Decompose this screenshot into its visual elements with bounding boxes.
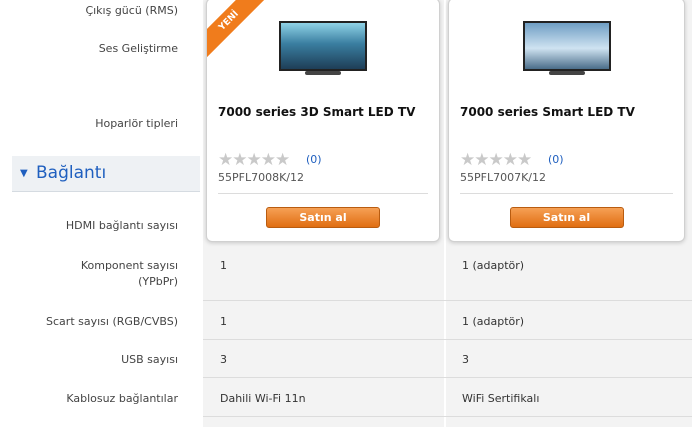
- row-label-component: Komponent sayısı (YPbPr): [80, 259, 178, 288]
- review-count-link[interactable]: (0): [306, 153, 322, 166]
- value-scart-p2: 1 (adaptör): [462, 315, 525, 328]
- row-label-wireless: Kablosuz bağlantılar: [66, 392, 178, 405]
- buy-button[interactable]: Satın al: [509, 207, 624, 228]
- row-label-usb: USB sayısı: [121, 353, 178, 366]
- product-image[interactable]: [279, 21, 367, 71]
- row-label-scart: Scart sayısı (RGB/CVBS): [46, 315, 178, 328]
- card-divider: [460, 193, 673, 194]
- spec-label-speaker-types: Hoparlör tipleri: [95, 117, 178, 130]
- product-code: 55PFL7007K/12: [460, 171, 546, 184]
- product-card-1: YENİ 7000 series 3D Smart LED TV ★★★★★ (…: [206, 0, 440, 242]
- section-title: Bağlantı: [36, 163, 107, 183]
- row-divider: [203, 377, 692, 378]
- value-scart-p1: 1: [220, 315, 227, 328]
- new-badge: YENİ: [207, 0, 273, 65]
- tv-stand: [548, 71, 585, 75]
- row-label-hdmi: HDMI bağlantı sayısı: [65, 219, 178, 232]
- section-header-connectivity[interactable]: ▼ Bağlantı: [12, 156, 200, 192]
- product-name[interactable]: 7000 series Smart LED TV: [460, 105, 635, 119]
- tv-stand: [305, 71, 341, 75]
- value-usb-p1: 3: [220, 353, 227, 366]
- star-rating-icon[interactable]: ★★★★★: [218, 150, 290, 170]
- product-image[interactable]: [522, 21, 611, 71]
- buy-button[interactable]: Satın al: [266, 207, 380, 228]
- row-divider: [203, 416, 692, 417]
- spec-label-sound-enhancement: Ses Geliştirme: [98, 42, 178, 55]
- row-divider: [203, 300, 692, 301]
- value-usb-p2: 3: [462, 353, 469, 366]
- value-component-p1: 1: [220, 259, 227, 272]
- triangle-down-icon: ▼: [20, 168, 28, 179]
- product-name[interactable]: 7000 series 3D Smart LED TV: [218, 105, 415, 119]
- row-divider: [203, 339, 692, 340]
- value-component-p2: 1 (adaptör): [462, 259, 525, 272]
- review-count-link[interactable]: (0): [548, 153, 564, 166]
- spec-label-output-power: Çıkış gücü (RMS): [85, 4, 178, 17]
- star-rating-icon[interactable]: ★★★★★: [460, 150, 532, 170]
- product-code: 55PFL7008K/12: [218, 171, 304, 184]
- value-wireless-p2: WiFi Sertifikalı: [462, 392, 540, 405]
- card-divider: [218, 193, 428, 194]
- product-card-2: 7000 series Smart LED TV ★★★★★ (0) 55PFL…: [448, 0, 685, 242]
- value-wireless-p1: Dahili Wi-Fi 11n: [220, 392, 306, 405]
